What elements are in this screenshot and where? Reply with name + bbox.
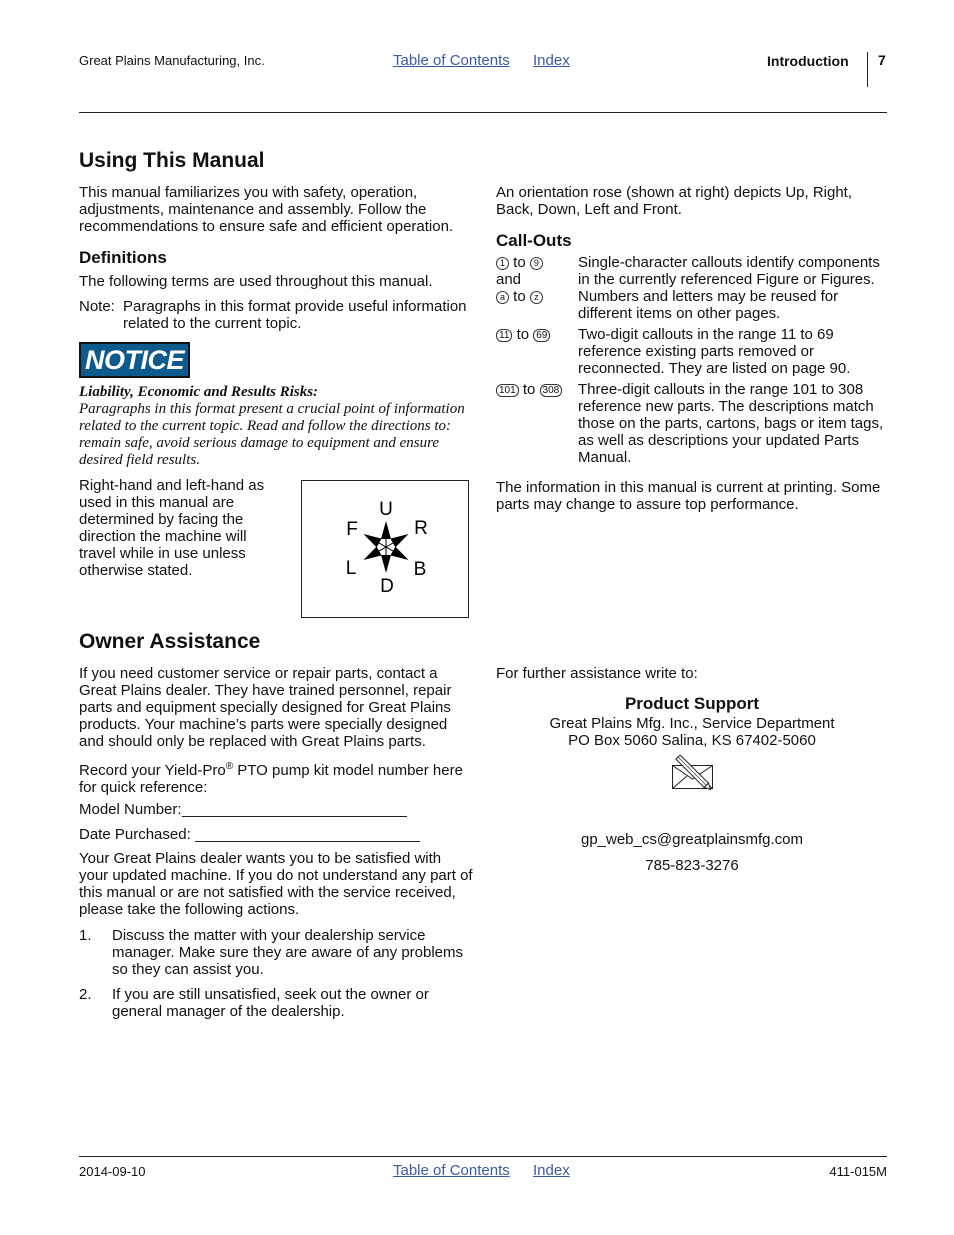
list-item: 2. If you are still unsatisfied, seek out… xyxy=(79,986,474,1020)
note-paragraph: Note: Paragraphs in this format provide … xyxy=(79,298,474,332)
rose-label-down: D xyxy=(380,576,394,597)
callout-symbol: a xyxy=(496,291,509,304)
date-purchased-field[interactable] xyxy=(194,826,420,842)
footer-index-link[interactable]: Index xyxy=(533,1162,570,1179)
note-text: Paragraphs in this format provide useful… xyxy=(123,298,467,332)
callout-symbol: 308 xyxy=(539,384,563,397)
owner-assistance-intro: If you need customer service or repair p… xyxy=(79,665,452,750)
callout-symbol: 1 xyxy=(496,257,509,270)
header-rule xyxy=(79,112,887,113)
header-toc-link[interactable]: Table of Contents xyxy=(393,52,510,69)
rose-arrow-up xyxy=(381,521,391,539)
note-label: Note: xyxy=(79,298,115,315)
write-to-text: For further assistance write to: xyxy=(496,665,698,682)
callout-desc-single: Single-character callouts identify compo… xyxy=(578,254,880,322)
callout-key-to: to xyxy=(522,381,536,398)
registered-mark: ® xyxy=(225,761,234,772)
header-section: Introduction xyxy=(767,53,849,69)
notice-badge: NOTICE xyxy=(79,342,191,378)
satisfaction-text: Your Great Plains dealer wants you to be… xyxy=(79,850,473,918)
rose-arrow-front xyxy=(363,534,382,548)
contact-line-2: PO Box 5060 Salina, KS 67402-5060 xyxy=(568,732,816,749)
list-item: 1. Discuss the matter with your dealershi… xyxy=(79,927,474,978)
callout-key-to: to xyxy=(513,288,526,305)
model-number-field[interactable] xyxy=(181,801,407,817)
callouts-list: 1 to 9 and a to z Single-character callo… xyxy=(496,254,888,466)
notice-heading: Liability, Economic and Results Risks: xyxy=(79,384,319,400)
callout-key-three-digit: 101 to 308 xyxy=(496,381,578,466)
contact-title: Product Support xyxy=(624,694,760,713)
contact-line-1: Great Plains Mfg. Inc., Service Departme… xyxy=(549,715,835,732)
notice-text: Paragraphs in this format present a cruc… xyxy=(79,401,465,468)
footer-toc-link[interactable]: Table of Contents xyxy=(393,1162,510,1179)
model-number-label: Model Number: xyxy=(79,801,182,818)
rose-label-up: U xyxy=(379,499,393,520)
callout-key-and: and xyxy=(496,271,522,288)
rose-label-front: F xyxy=(346,519,358,540)
rose-arrow-right xyxy=(390,534,409,548)
section-title-owner-assistance: Owner Assistance xyxy=(79,630,261,653)
callout-row-two-digit: 11 to 69 Two-digit callouts in the range… xyxy=(496,326,888,377)
envelope-pencil-icon xyxy=(670,754,718,799)
rose-arrow-left xyxy=(363,546,382,560)
date-purchased-label: Date Purchased: xyxy=(79,826,191,843)
callout-key-to: to xyxy=(513,254,526,271)
footer-rule xyxy=(79,1156,887,1157)
contact-phone: 785-823-3276 xyxy=(645,857,739,874)
callout-symbol: 101 xyxy=(496,384,519,397)
rose-description: An orientation rose (shown at right) dep… xyxy=(496,184,853,218)
definitions-text: The following terms are used throughout … xyxy=(79,273,433,290)
callout-symbol: 11 xyxy=(496,329,513,342)
callouts-title: Call-Outs xyxy=(496,231,572,250)
printing-notice: The information in this manual is curren… xyxy=(496,479,881,513)
handedness-text: Right-hand and left-hand as used in this… xyxy=(79,477,265,579)
callout-row-three-digit: 101 to 308 Three-digit callouts in the r… xyxy=(496,381,888,466)
definitions-title: Definitions xyxy=(79,248,167,267)
callout-symbol: z xyxy=(529,291,543,304)
step-number: 1. xyxy=(79,927,92,944)
using-manual-intro: This manual familiarizes you with safety… xyxy=(79,184,454,235)
callout-row-single: 1 to 9 and a to z Single-character callo… xyxy=(496,254,888,322)
footer-doc-number: 411-015M xyxy=(829,1164,887,1179)
callout-symbol: 69 xyxy=(533,329,551,342)
step-text: If you are still unsatisfied, seek out t… xyxy=(112,986,429,1020)
callout-key-two-digit: 11 to 69 xyxy=(496,326,578,377)
orientation-rose-icon: U F R L B D xyxy=(346,499,428,597)
callout-symbol: 9 xyxy=(529,257,543,270)
rose-label-back: B xyxy=(414,559,427,580)
date-purchased-row: Date Purchased: xyxy=(79,826,420,843)
header-company: Great Plains Manufacturing, Inc. xyxy=(79,53,265,68)
header-index-link[interactable]: Index xyxy=(533,52,570,69)
action-steps: 1. Discuss the matter with your dealershi… xyxy=(79,927,474,1028)
rose-arrow-back xyxy=(390,546,409,560)
rose-arrow-down xyxy=(381,555,391,573)
section-title-using-manual: Using This Manual xyxy=(79,149,265,172)
model-number-row: Model Number: xyxy=(79,801,407,818)
callout-key-single: 1 to 9 and a to z xyxy=(496,254,578,322)
callout-desc-two-digit: Two-digit callouts in the range 11 to 69… xyxy=(578,326,851,377)
record-model-text: Record your Yield-Pro® PTO pump kit mode… xyxy=(79,758,474,796)
rose-label-right: R xyxy=(414,518,428,539)
rose-label-left: L xyxy=(346,558,357,579)
callout-key-to: to xyxy=(516,326,530,343)
record-text-prefix: Record your Yield-Pro xyxy=(79,762,226,779)
header-divider xyxy=(867,52,868,87)
callout-desc-three-digit: Three-digit callouts in the range 101 to… xyxy=(578,381,884,466)
step-number: 2. xyxy=(79,986,92,1003)
page-number: 7 xyxy=(878,52,886,68)
footer-date: 2014-09-10 xyxy=(79,1164,146,1179)
contact-email[interactable]: gp_web_cs@greatplainsmfg.com xyxy=(496,831,888,848)
orientation-rose-figure: U F R L B D xyxy=(301,480,469,618)
step-text: Discuss the matter with your dealership … xyxy=(112,927,464,978)
